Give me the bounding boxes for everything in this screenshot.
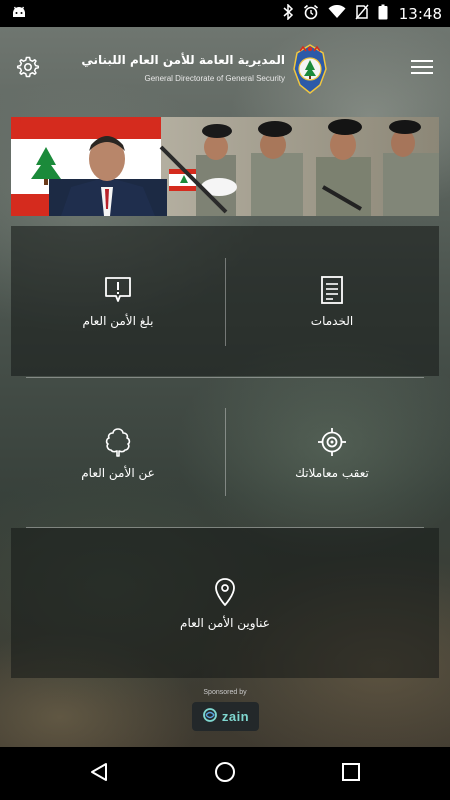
banner-image[interactable] xyxy=(11,117,439,216)
tile-addresses-label: عناوين الأمن العام xyxy=(180,616,270,630)
tile-about[interactable]: عن الأمن العام xyxy=(11,378,225,528)
tile-track-label: تعقب معاملاتك xyxy=(295,466,369,480)
hamburger-icon xyxy=(410,58,434,80)
nav-back-button[interactable] xyxy=(84,759,114,789)
brand-title-arabic: المديرية العامة للأمن العام اللبناني xyxy=(81,53,285,67)
zain-swirl-icon xyxy=(202,707,218,727)
settings-button[interactable] xyxy=(14,55,42,83)
brand-title-english: General Directorate of General Security xyxy=(144,74,285,83)
report-alert-icon xyxy=(102,274,134,306)
app-header: المديرية العامة للأمن العام اللبناني Gen… xyxy=(0,27,450,112)
menu-button[interactable] xyxy=(408,57,436,81)
tile-services-label: الخدمات xyxy=(310,314,354,328)
alarm-icon xyxy=(303,4,319,24)
zain-brand-text: zain xyxy=(221,709,250,724)
sponsored-label: Sponsored by xyxy=(203,689,247,696)
wifi-icon xyxy=(328,4,346,23)
tile-about-label: عن الأمن العام xyxy=(81,466,155,480)
tile-track[interactable]: تعقب معاملاتك xyxy=(225,378,439,528)
tiles-panel-top: بلغ الأمن العام الخدمات xyxy=(11,226,439,376)
nav-home-button[interactable] xyxy=(210,759,240,789)
cedar-tree-icon xyxy=(102,426,134,458)
zain-logo[interactable]: zain xyxy=(192,702,259,731)
tile-services[interactable]: الخدمات xyxy=(225,226,439,376)
home-circle-icon xyxy=(213,760,237,788)
gear-icon xyxy=(16,55,40,83)
brand-block: المديرية العامة للأمن العام اللبناني Gen… xyxy=(81,41,330,97)
tile-report-label: بلغ الأمن العام xyxy=(82,314,154,328)
document-list-icon xyxy=(316,274,348,306)
general-security-logo xyxy=(290,43,330,95)
tile-addresses[interactable]: عناوين الأمن العام xyxy=(11,528,439,678)
android-icon xyxy=(10,4,28,24)
back-triangle-icon xyxy=(88,761,110,787)
tile-report[interactable]: بلغ الأمن العام xyxy=(11,226,225,376)
tiles-panel-bottom: عناوين الأمن العام xyxy=(11,528,439,678)
no-sim-icon xyxy=(355,4,369,24)
system-nav-bar xyxy=(0,747,450,800)
target-icon xyxy=(316,426,348,458)
location-pin-icon xyxy=(209,576,241,608)
recents-square-icon xyxy=(341,762,361,786)
status-bar: 13:48 xyxy=(0,0,450,27)
bluetooth-icon xyxy=(282,2,294,24)
clock-time: 13:48 xyxy=(398,4,442,23)
nav-recents-button[interactable] xyxy=(336,759,366,789)
battery-icon xyxy=(378,4,388,24)
